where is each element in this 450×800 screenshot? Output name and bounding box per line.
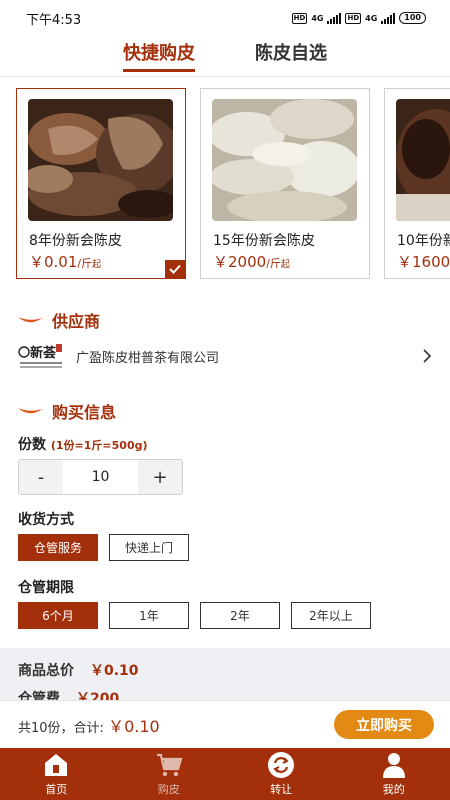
- price-value: ￥1600: [397, 253, 450, 271]
- quantity-label: 份数 (1份=1斤=500g): [18, 434, 148, 454]
- selected-check-icon: [165, 260, 185, 278]
- signal-icon-2: [381, 12, 396, 24]
- hd-badge: HD: [291, 12, 308, 24]
- price-unit: /斤: [77, 257, 93, 270]
- quantity-stepper: - 10 +: [18, 459, 183, 495]
- storage-option-1-year[interactable]: 1年: [109, 602, 189, 629]
- product-carousel[interactable]: 8年份新会陈皮 ￥0.01/斤起 15年份新会陈皮 ￥2000/斤起 10年份新…: [16, 88, 450, 280]
- total-price-label: 商品总价: [18, 663, 74, 679]
- total-price-value: ￥0.10: [90, 663, 139, 679]
- order-summary-text: 共10份，合计:: [18, 720, 104, 736]
- quantity-label-text: 份数: [18, 437, 46, 453]
- tab-bar-home[interactable]: 首页: [0, 748, 113, 800]
- tab-bar: 首页 购皮 转让 我的: [0, 748, 450, 800]
- order-bar: 共10份，合计: ￥0.10 立即购买: [0, 700, 450, 748]
- delivery-option-express[interactable]: 快递上门: [109, 534, 189, 561]
- cart-icon: [156, 753, 183, 777]
- swoosh-icon: [18, 317, 42, 323]
- storage-option-2-years[interactable]: 2年: [200, 602, 280, 629]
- product-name: 8年份新会陈皮: [29, 233, 122, 249]
- status-time: 下午4:53: [26, 12, 82, 28]
- order-amount: ￥0.10: [108, 716, 160, 736]
- product-name: 15年份新会陈皮: [213, 233, 315, 249]
- product-price: ￥0.01/斤起: [29, 251, 101, 272]
- price-summary: 商品总价 ￥0.10 仓管费 ￥200: [0, 648, 450, 708]
- price-unit: /斤: [266, 257, 281, 270]
- user-icon: [382, 753, 405, 778]
- home-icon: [45, 754, 68, 776]
- hd-badge-2: HD: [345, 12, 362, 24]
- product-card[interactable]: 15年份新会陈皮 ￥2000/斤起: [200, 88, 370, 279]
- supplier-heading-label: 供应商: [52, 312, 101, 331]
- price-value: ￥0.01: [29, 253, 78, 271]
- product-price: ￥1600/斤起: [397, 251, 450, 272]
- supplier-name: 广盈陈皮柑普茶有限公司: [76, 350, 220, 366]
- tab-label: 我的: [382, 783, 405, 796]
- tab-bar-transfer[interactable]: 转让: [225, 748, 338, 800]
- supplier-logo: 新荟: [18, 340, 64, 372]
- delivery-label: 收货方式: [18, 512, 74, 528]
- product-image: [28, 99, 173, 221]
- quantity-input[interactable]: 10: [63, 460, 138, 494]
- network-label-2: 4G: [365, 13, 378, 23]
- price-suffix: 起: [92, 260, 102, 270]
- price-value: ￥2000: [213, 253, 267, 271]
- product-image: [396, 99, 450, 221]
- supplier-logo-text: 新荟: [30, 345, 57, 361]
- tab-quick-buy[interactable]: 快捷购皮: [123, 36, 195, 72]
- tab-label: 转让: [270, 783, 293, 796]
- tab-bar-profile[interactable]: 我的: [338, 748, 450, 800]
- supplier-heading: 供应商: [18, 308, 100, 332]
- tab-label: 首页: [45, 783, 68, 796]
- decrement-button[interactable]: -: [19, 460, 63, 494]
- purchase-heading-label: 购买信息: [52, 403, 117, 422]
- storage-option-2-plus-years[interactable]: 2年以上: [291, 602, 371, 629]
- battery-icon: 100: [399, 12, 426, 24]
- swoosh-icon: [18, 408, 42, 414]
- tab-self-select[interactable]: 陈皮自选: [255, 36, 327, 72]
- delivery-option-warehouse[interactable]: 仓管服务: [18, 534, 98, 561]
- tab-bar-buy[interactable]: 购皮: [113, 748, 226, 800]
- transfer-icon: [268, 752, 295, 778]
- storage-option-6-months[interactable]: 6个月: [18, 602, 98, 629]
- storage-label: 仓管期限: [18, 580, 74, 596]
- top-tabs: 快捷购皮 陈皮自选: [0, 36, 450, 76]
- price-suffix: 起: [280, 260, 290, 270]
- status-bar: 下午4:53 HD 4G HD 4G 100: [0, 0, 450, 36]
- supplier-row[interactable]: 新荟 广盈陈皮柑普茶有限公司: [18, 339, 432, 373]
- status-icons: HD 4G HD 4G 100: [291, 12, 426, 24]
- chevron-right-icon: [423, 349, 432, 363]
- tabs-divider: [0, 76, 450, 77]
- product-image: [212, 99, 357, 221]
- quantity-hint: (1份=1斤=500g): [50, 439, 148, 452]
- product-card[interactable]: 10年份新会陈皮 ￥1600/斤起: [384, 88, 450, 279]
- network-label-1: 4G: [311, 13, 324, 23]
- product-card[interactable]: 8年份新会陈皮 ￥0.01/斤起: [16, 88, 186, 279]
- order-summary: 共10份，合计: ￥0.10: [18, 713, 334, 737]
- tab-label: 购皮: [157, 783, 180, 796]
- total-price-row: 商品总价 ￥0.10: [18, 660, 139, 680]
- signal-icon: [327, 12, 342, 24]
- product-name: 10年份新会陈皮: [397, 233, 450, 249]
- buy-now-button[interactable]: 立即购买: [334, 710, 434, 739]
- product-price: ￥2000/斤起: [213, 251, 290, 272]
- purchase-heading: 购买信息: [18, 399, 116, 423]
- increment-button[interactable]: +: [138, 460, 182, 494]
